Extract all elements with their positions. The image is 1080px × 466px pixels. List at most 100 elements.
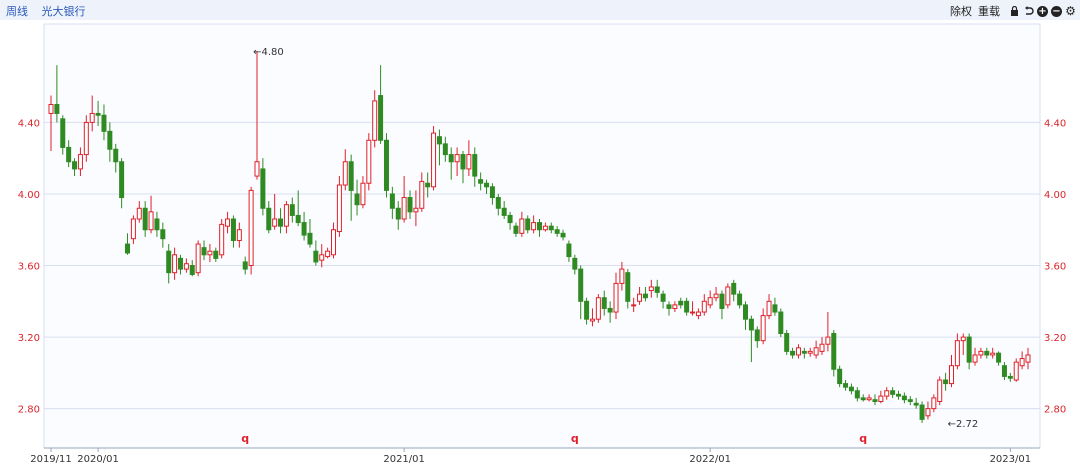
candle-down: [560, 232, 566, 238]
candle-up: [195, 243, 201, 274]
candle-up: [331, 229, 337, 256]
candle-down: [654, 286, 660, 293]
candle-down: [313, 250, 319, 263]
candle-up: [713, 293, 719, 299]
candle-down: [442, 143, 448, 156]
candle-up: [1013, 361, 1019, 381]
candle-up: [990, 352, 996, 356]
x-tick-label: 2023/01: [990, 454, 1032, 465]
candle-down: [742, 304, 748, 320]
candle-down: [395, 207, 401, 220]
candle-down: [201, 247, 207, 256]
toolbar-right: 除权 重载 + − ⚙: [950, 3, 1076, 19]
candle-down: [101, 114, 107, 132]
candle-down: [230, 218, 236, 241]
candle-up: [613, 282, 619, 313]
candle-down: [525, 218, 531, 231]
candle-up: [172, 254, 178, 274]
candle-up: [207, 250, 213, 256]
period-selector[interactable]: 周线: [6, 5, 28, 18]
candle-down: [142, 207, 148, 231]
y-tick-label-right: 2.80: [1044, 405, 1066, 416]
candle-up: [283, 204, 289, 227]
undo-icon[interactable]: [1023, 6, 1034, 17]
candle-down: [436, 136, 442, 145]
candle-down: [837, 368, 843, 385]
candle-up: [413, 207, 419, 213]
candle-down: [854, 390, 860, 399]
candle-down: [996, 352, 1002, 363]
candle-up: [978, 350, 984, 356]
candlestick-chart: 4.40 4.40 4.00 4.00 3.60 3.60 3.20 3.20 2.80 2.80…: [18, 23, 1066, 465]
candle-down: [684, 300, 690, 313]
candle-up: [419, 180, 425, 209]
candle-down: [666, 304, 672, 309]
zoom-in-icon[interactable]: +: [1037, 5, 1048, 17]
candle-up: [707, 297, 713, 306]
candle-down: [625, 272, 631, 302]
candle-down: [54, 104, 60, 114]
candle-down: [784, 333, 790, 352]
y-tick-label-left: 3.60: [18, 262, 40, 273]
candle-up: [136, 207, 142, 220]
candle-up: [225, 218, 231, 227]
candle-down: [772, 304, 778, 313]
candle-down: [295, 214, 301, 224]
zoom-out-icon[interactable]: −: [1051, 5, 1062, 17]
candle-up: [431, 132, 437, 188]
candle-up: [372, 100, 378, 141]
candle-up: [130, 218, 136, 240]
candle-down: [919, 404, 925, 420]
candle-up: [401, 197, 407, 220]
candle-down: [119, 161, 125, 199]
candle-up: [519, 218, 525, 234]
candle-up: [148, 211, 154, 231]
candle-up: [690, 311, 696, 314]
candle-down: [213, 250, 219, 259]
candle-up: [83, 121, 89, 156]
candle-up: [807, 350, 813, 354]
x-tick-label: 2019/11: [30, 454, 72, 465]
candle-up: [336, 184, 342, 233]
candle-down: [719, 293, 725, 309]
candle-up: [878, 395, 884, 402]
overlay-button[interactable]: 重载: [978, 3, 1000, 19]
candle-down: [95, 112, 101, 116]
candle-up: [637, 293, 643, 302]
candle-up: [542, 225, 548, 231]
candle-up: [813, 347, 819, 356]
candle-down: [943, 379, 949, 385]
candle-up: [766, 300, 772, 317]
candle-up: [254, 161, 260, 177]
candle-down: [748, 318, 754, 331]
candle-down: [548, 225, 554, 231]
candle-down: [166, 250, 172, 274]
candle-up: [819, 343, 825, 352]
candle-down: [242, 261, 248, 270]
lock-icon[interactable]: [1009, 6, 1020, 17]
candle-up: [360, 182, 366, 206]
y-tick-label-right: 3.60: [1044, 262, 1066, 273]
candle-down: [260, 168, 266, 209]
chart-toolbar: 周线 光大银行 除权 重载 + − ⚙: [0, 0, 1080, 20]
candle-up: [272, 218, 278, 227]
candle-down: [731, 282, 737, 295]
candle-down: [790, 350, 796, 356]
gear-icon[interactable]: ⚙: [1065, 5, 1076, 17]
adjust-button[interactable]: 除权: [950, 3, 972, 19]
event-marker: q: [241, 432, 249, 445]
candle-up: [595, 297, 601, 320]
x-tick-label: 2021/01: [383, 454, 425, 465]
candle-up: [760, 315, 766, 342]
candle-down: [478, 179, 484, 184]
candle-down: [407, 197, 413, 213]
candle-up: [366, 139, 372, 184]
price-annotation: ←4.80: [253, 47, 284, 58]
candle-down: [60, 118, 66, 148]
x-tick-label: 2022/01: [689, 454, 731, 465]
candle-down: [848, 386, 854, 392]
candle-up: [648, 286, 654, 292]
candle-down: [383, 139, 389, 191]
candle-up: [866, 397, 872, 401]
candle-up: [619, 268, 625, 284]
